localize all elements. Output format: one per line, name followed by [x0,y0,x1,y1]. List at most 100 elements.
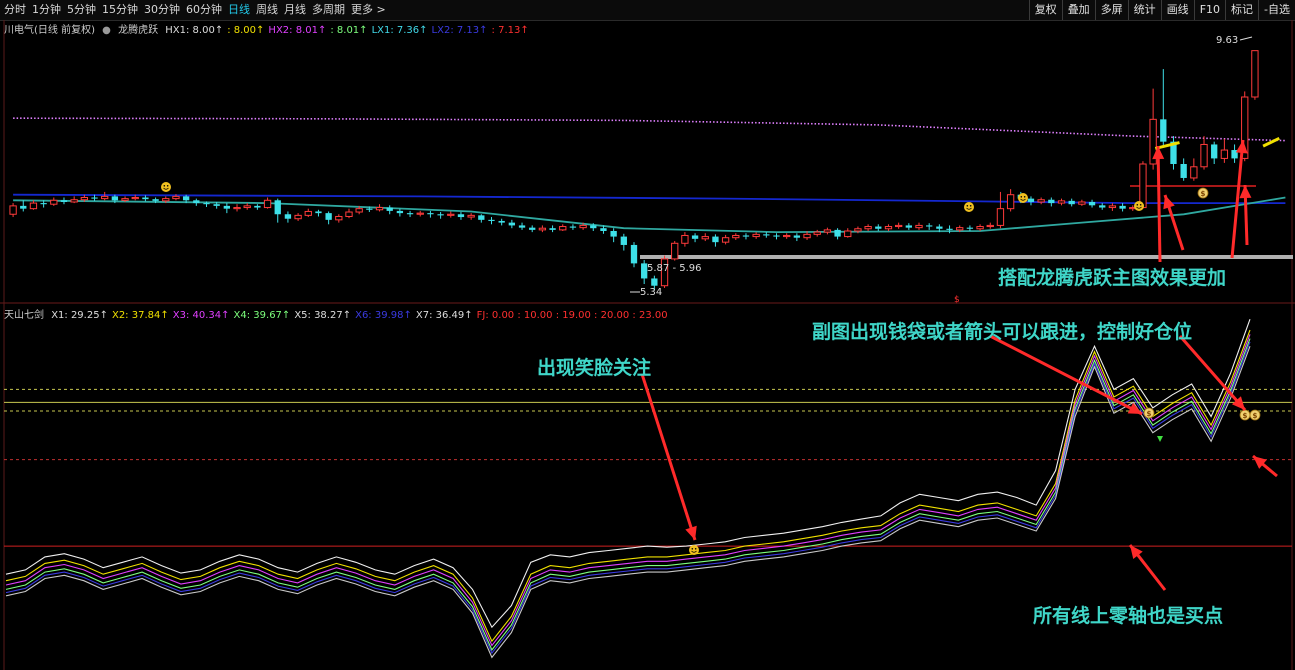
candle-54 [559,226,567,231]
smile-icon-3-eye-l [1020,196,1023,198]
candle-80 [823,229,832,233]
candle-103 [1057,200,1066,204]
candle-39 [406,213,414,215]
candle-77 [793,235,801,238]
support-band [640,255,1293,259]
sub-series-2 [5,334,1251,647]
candle-1 [20,205,27,209]
candle-89 [915,224,923,229]
candle-50 [518,225,526,228]
candle-98 [1006,194,1015,210]
candle-22 [233,207,241,210]
candle-28 [294,214,302,220]
candle-7 [80,197,88,201]
candle-100 [1027,198,1035,202]
candle-14 [152,199,159,201]
candle-65 [671,242,679,260]
candle-84 [864,226,872,230]
candle-11 [121,198,129,201]
candle-91 [936,226,943,229]
moneybag-icon-sub-3-sign: $ [1253,412,1258,420]
candle-0 [9,205,17,215]
candle-101 [1037,199,1045,203]
candle-107 [1099,205,1106,208]
candle-63 [651,278,658,286]
green-arrow-icon [1157,436,1163,442]
candle-30 [315,211,322,214]
candle-15 [162,198,170,202]
candle-55 [569,226,577,228]
candle-97 [996,208,1005,226]
smile-icon-4-eye-l [1136,204,1139,206]
candle-44 [457,214,465,218]
candle-81 [834,229,841,237]
candle-109 [1119,205,1126,209]
candle-69 [712,236,719,243]
candle-4 [50,199,58,205]
candle-41 [427,213,434,215]
candle-88 [905,225,912,228]
high-price-leader [1239,36,1253,41]
candle-8 [91,197,98,199]
candle-57 [590,225,597,229]
candle-24 [254,205,261,208]
candle-95 [976,226,984,230]
candle-58 [600,228,607,231]
candle-12 [131,197,139,200]
annotation-smile: 出现笑脸关注 [537,357,652,379]
candle-16 [172,195,180,200]
candle-26 [274,200,281,215]
smile-icon-sub-eye-r [694,548,697,550]
smile-icon-4-eye-r [1139,204,1142,206]
smile-icon-1-eye-l [163,185,166,187]
candle-76 [783,234,791,238]
candle-87 [894,224,903,228]
candle-75 [773,235,780,237]
candle-67 [691,235,699,239]
candle-35 [366,208,373,210]
smile-icon-2 [964,202,974,212]
candle-45 [467,214,475,218]
low-price-label: 5.34 [640,287,662,298]
candle-5 [60,200,68,202]
candle-31 [325,213,332,220]
annotation-zero: 所有线上零轴也是买点 [1033,605,1224,627]
candle-34 [355,208,363,213]
dollar-marker: $ [954,295,960,305]
candle-17 [182,196,190,201]
candle-51 [529,227,536,230]
candle-93 [956,227,964,231]
candle-79 [813,231,821,235]
candle-78 [803,233,811,239]
smile-icon-2-eye-r [969,205,972,207]
candle-47 [488,219,495,221]
candle-106 [1088,201,1096,206]
candle-21 [223,205,231,209]
candle-52 [538,227,547,231]
overlay-line-0 [13,117,1286,142]
candle-66 [681,234,689,244]
smile-icon-1 [161,182,171,192]
candle-20 [213,204,220,206]
range-price-label: 5.87 - 5.96 [647,263,702,274]
moneybag-icon-sub-2-sign: $ [1243,412,1248,420]
candle-111 [1139,163,1147,209]
candle-108 [1108,205,1117,209]
candle-3 [40,203,47,205]
candle-42 [437,214,444,216]
candle-25 [263,199,272,209]
candle-18 [193,200,200,204]
candle-27 [284,214,292,219]
candle-46 [478,215,485,220]
candle-48 [498,220,505,223]
candle-59 [610,231,617,237]
candle-85 [875,226,882,229]
candle-104 [1068,200,1075,205]
candle-38 [396,210,404,214]
candle-119 [1220,149,1229,159]
candle-10 [111,196,119,201]
candle-49 [508,222,516,226]
candle-33 [345,211,353,217]
candle-82 [844,230,852,238]
smile-icon-sub [689,545,699,555]
